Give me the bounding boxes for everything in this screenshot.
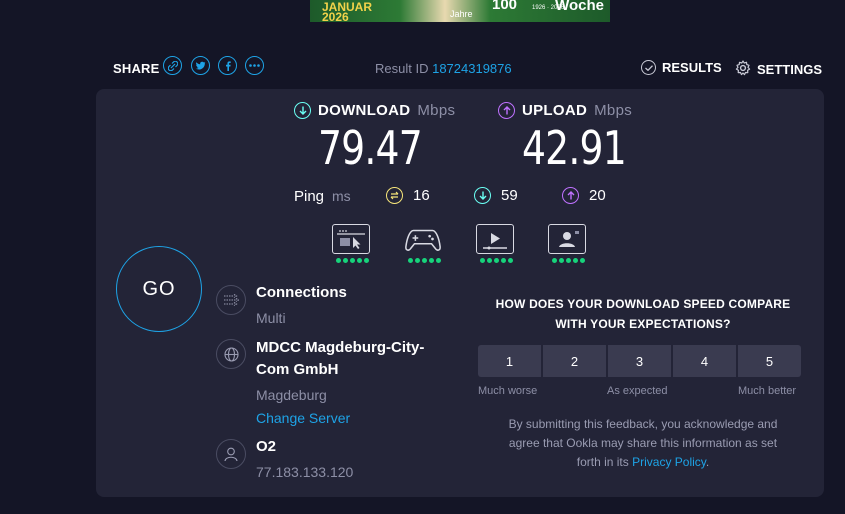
privacy-policy-link[interactable]: Privacy Policy (632, 455, 706, 469)
ad-text: 100 (492, 0, 518, 13)
rating-option-3[interactable]: 3 (608, 345, 671, 377)
checkmark-icon (641, 60, 656, 75)
settings-label: SETTINGS (757, 62, 823, 77)
rating-dots (476, 258, 516, 263)
facebook-icon[interactable] (218, 56, 237, 75)
idle-latency-icon (386, 187, 403, 204)
connections-icon (216, 285, 246, 315)
video-chat-icon (548, 224, 586, 254)
connections-title: Connections (256, 284, 347, 301)
rating-option-4[interactable]: 4 (673, 345, 736, 377)
download-speed: 79.47 (318, 121, 423, 175)
link-icon[interactable] (163, 56, 182, 75)
survey-question: HOW DOES YOUR DOWNLOAD SPEED COMPARE WITH… (495, 297, 791, 331)
download-arrow-icon (474, 187, 491, 204)
gear-icon (735, 60, 751, 79)
result-id: Result ID 18724319876 (375, 61, 512, 76)
download-metric: DOWNLOAD Mbps 79.47 (294, 102, 455, 171)
change-server-link[interactable]: Change Server (256, 410, 350, 426)
globe-icon (216, 339, 246, 369)
download-latency-value: 59 (501, 187, 518, 204)
rating-dots (332, 258, 372, 263)
usecase-web-browsing[interactable] (332, 224, 372, 263)
ping-row: Ping ms 16 59 20 (294, 187, 734, 207)
upload-latency-value: 20 (589, 187, 606, 204)
share-label: SHARE (113, 61, 160, 76)
upload-unit: Mbps (594, 102, 633, 119)
feedback-disclaimer: By submitting this feedback, you acknowl… (508, 417, 778, 469)
scale-low-label: Much worse (478, 385, 538, 397)
usecase-gaming[interactable] (404, 224, 444, 263)
rating-dots (404, 258, 444, 263)
upload-arrow-icon (498, 102, 515, 119)
ping-unit: ms (332, 188, 351, 204)
connections-value: Multi (256, 310, 286, 326)
user-icon (216, 439, 246, 469)
result-id-value[interactable]: 18724319876 (432, 61, 512, 76)
result-toolbar: SHARE Result ID 18724319876 RESULTS SETT… (0, 56, 845, 80)
upload-speed: 42.91 (522, 121, 627, 175)
isp-name: O2 (256, 438, 277, 455)
server-location: Magdeburg (256, 387, 327, 403)
idle-latency: 16 (386, 187, 430, 204)
results-label: RESULTS (662, 60, 722, 75)
ad-text: Jahre (450, 9, 473, 19)
scale-mid-label: As expected (607, 385, 668, 397)
isp-ip: 77.183.133.120 (256, 464, 354, 480)
rating-dots (548, 258, 588, 263)
rating-option-1[interactable]: 1 (478, 345, 541, 377)
gaming-icon (404, 224, 442, 254)
result-panel: DOWNLOAD Mbps 79.47 UPLOAD Mbps 42.91 Pi… (96, 89, 824, 497)
upload-label: UPLOAD (522, 102, 588, 119)
rating-option-5[interactable]: 5 (738, 345, 801, 377)
video-streaming-icon (476, 224, 514, 254)
scale-high-label: Much better (738, 385, 797, 397)
go-button[interactable]: GO (116, 246, 202, 332)
web-browsing-icon (332, 224, 370, 254)
download-latency: 59 (474, 187, 518, 204)
upload-metric: UPLOAD Mbps 42.91 (498, 102, 649, 171)
ad-banner[interactable]: JANUAR 2026 Jahre 100 1926 · 2026 Woche (310, 0, 610, 22)
ping-label: Ping (294, 188, 325, 205)
download-label: DOWNLOAD (318, 102, 411, 119)
ad-text: Woche (555, 0, 604, 14)
server-name: MDCC Magdeburg-City- Com GmbH (256, 339, 425, 378)
ad-text: JANUAR 2026 (322, 0, 373, 22)
download-arrow-icon (294, 102, 311, 119)
idle-latency-value: 16 (413, 187, 430, 204)
upload-arrow-icon (562, 187, 579, 204)
usecase-video-streaming[interactable] (476, 224, 516, 263)
usecase-video-chat[interactable] (548, 224, 588, 263)
settings-button[interactable]: SETTINGS (735, 60, 822, 79)
download-unit: Mbps (417, 102, 456, 119)
results-button[interactable]: RESULTS (641, 60, 722, 75)
rating-option-2[interactable]: 2 (543, 345, 606, 377)
more-icon[interactable] (245, 56, 264, 75)
twitter-icon[interactable] (191, 56, 210, 75)
upload-latency: 20 (562, 187, 606, 204)
rating-scale: 1 2 3 4 5 (478, 345, 801, 377)
